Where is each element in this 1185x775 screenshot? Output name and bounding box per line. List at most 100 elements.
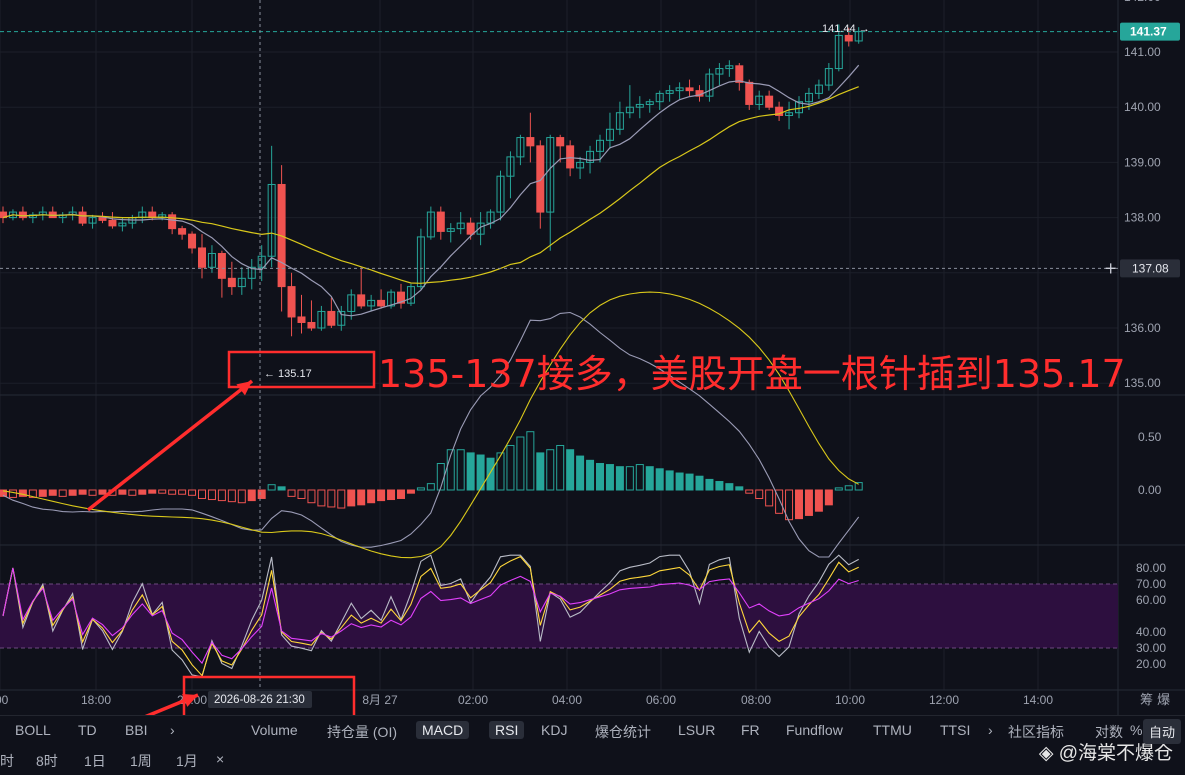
macd-pane (0, 291, 863, 559)
macd-bar (217, 489, 226, 502)
indicator-tab[interactable]: MACD (416, 721, 470, 739)
macd-bar (207, 489, 216, 501)
macd-dif-line (2, 311, 860, 558)
indicator-tab[interactable]: Volume (251, 722, 298, 738)
time-tick: 08:00 (741, 693, 771, 707)
macd-bar (765, 489, 774, 507)
macd-bar (834, 487, 843, 491)
candle (168, 214, 177, 230)
macd-bar (138, 489, 147, 495)
macd-bar (526, 431, 535, 491)
ma-fast-line (2, 64, 860, 317)
indicator-tab[interactable]: BBI (125, 722, 148, 738)
macd-bar (675, 472, 684, 491)
macd-bar (456, 449, 465, 491)
price-tick: 142.00 (1124, 0, 1161, 4)
ma-slow-line (2, 86, 859, 284)
price-tick: 141.00 (1124, 45, 1161, 59)
macd-bar (406, 489, 415, 494)
price-tick: 140.00 (1124, 100, 1161, 114)
crosshair-plus-icon: + (1104, 258, 1117, 277)
indicator-tab[interactable]: › (170, 722, 175, 738)
macd-tick: 0.00 (1138, 483, 1162, 497)
indicator-tab[interactable]: FR (741, 722, 760, 738)
crosshair-time-label: 2026-08-26 21:30 (214, 694, 305, 706)
candle (357, 294, 366, 307)
time-tick: 18:00 (81, 693, 111, 707)
macd-bar (367, 489, 376, 504)
candle (217, 252, 226, 279)
candle (765, 95, 774, 108)
macd-bar (38, 489, 47, 497)
candle (526, 137, 535, 147)
macd-bar (128, 489, 137, 496)
macd-bar (824, 489, 833, 506)
axis-corner-label: 筹 爆 (1140, 692, 1170, 708)
indicator-tab[interactable]: TD (78, 722, 97, 738)
candle (287, 286, 296, 318)
macd-bar (267, 484, 276, 491)
macd-bar (605, 464, 614, 491)
rsi-tick: 70.00 (1136, 577, 1166, 591)
macd-bar (576, 455, 585, 491)
chart-canvas[interactable]: 142.00141.00140.00139.00138.00137.00136.… (0, 0, 1185, 715)
macd-bar (546, 449, 555, 491)
candle (297, 316, 306, 323)
macd-bar (327, 489, 336, 508)
macd-bar (337, 489, 346, 509)
macd-bar (804, 489, 813, 516)
indicator-tab[interactable]: LSUR (678, 722, 715, 738)
time-tick: 04:00 (552, 693, 582, 707)
macd-bar (426, 483, 435, 491)
macd-bar (98, 489, 107, 495)
candle (566, 145, 575, 169)
close-icon[interactable]: × (216, 751, 224, 767)
macd-bar (566, 449, 575, 491)
candle (735, 65, 744, 83)
indicator-tab[interactable]: % (1130, 722, 1142, 738)
macd-bar (377, 489, 386, 502)
last-price-label: 141.37 (1130, 25, 1167, 39)
macd-bar (635, 464, 644, 491)
candle (685, 87, 694, 92)
candles (0, 24, 863, 337)
timeframe-option[interactable]: 1月 (176, 751, 198, 771)
rsi-tick: 30.00 (1136, 641, 1166, 655)
timeframe-option[interactable]: 1日 (84, 751, 106, 771)
macd-bar (68, 489, 77, 496)
macd-bar (347, 489, 356, 507)
price-tick: 138.00 (1124, 211, 1161, 225)
macd-bar (586, 459, 595, 491)
indicator-tab[interactable]: Fundflow (786, 722, 843, 738)
timeframe-option[interactable]: 时 (0, 751, 14, 771)
time-tick: 14:00 (1023, 693, 1053, 707)
price-tick: 136.00 (1124, 321, 1161, 335)
indicator-tab[interactable]: KDJ (541, 722, 567, 738)
indicator-tab[interactable]: 持仓量 (OI) (327, 722, 397, 742)
timeframe-option[interactable]: 8时 (36, 751, 58, 771)
indicator-tab[interactable]: TTSI (940, 722, 970, 738)
auto-scale-button[interactable]: 自动 (1142, 719, 1181, 744)
macd-bar (247, 489, 256, 502)
indicator-tab[interactable]: RSI (489, 721, 525, 739)
price-tick: 139.00 (1124, 155, 1161, 169)
macd-bar (357, 489, 366, 506)
macd-bar (486, 457, 495, 491)
indicator-tab[interactable]: 爆仓统计 (595, 722, 651, 742)
indicator-tab[interactable]: TTMU (873, 722, 912, 738)
candle (98, 217, 107, 221)
candle (227, 277, 236, 288)
indicator-toolbar: BOLL TD BBI › Volume 持仓量 (OI) MACD RSI KDJ 爆仓统计 LS… (0, 715, 1185, 746)
candle (844, 34, 853, 42)
timeframe-option[interactable]: 1周 (130, 751, 152, 771)
macd-bar (814, 489, 823, 512)
indicator-tab[interactable]: BOLL (15, 722, 51, 738)
macd-bar (257, 489, 266, 499)
indicator-tab[interactable]: › (988, 722, 993, 738)
macd-bar (307, 489, 316, 504)
macd-bar (516, 436, 525, 491)
macd-bar (158, 489, 167, 494)
price-tick: 135.00 (1124, 376, 1161, 390)
rsi-band (0, 583, 1118, 649)
macd-bar (198, 489, 206, 499)
